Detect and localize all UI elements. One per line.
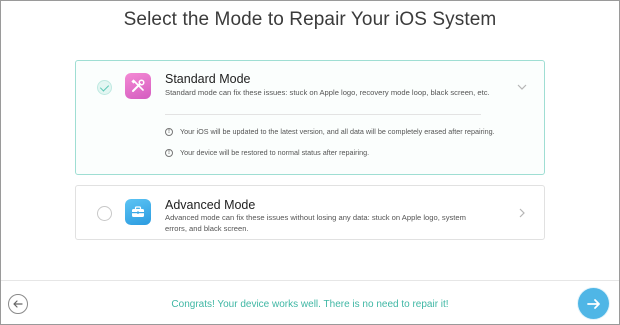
standard-mode-divider [165,114,481,115]
advanced-mode-description: Advanced mode can fix these issues witho… [165,213,466,233]
footer-divider [1,280,619,281]
standard-mode-note-1: ! Your iOS will be updated to the latest… [165,127,495,136]
advanced-mode-title: Advanced Mode [165,198,256,212]
page-title: Select the Mode to Repair Your iOS Syste… [123,9,497,30]
note-text: Your iOS will be updated to the latest v… [180,127,495,136]
advanced-mode-card[interactable]: Advanced Mode Advanced mode can fix thes… [75,185,545,240]
chevron-down-icon[interactable] [517,82,527,92]
tools-icon [125,73,151,99]
standard-mode-radio[interactable] [97,80,112,95]
status-message: Congrats! Your device works well. There … [171,299,449,310]
chevron-right-icon[interactable] [517,208,527,218]
standard-mode-description: Standard mode can fix these issues: stuc… [165,88,490,97]
advanced-mode-radio[interactable] [97,206,112,221]
next-button[interactable] [578,288,609,319]
standard-mode-title: Standard Mode [165,72,251,86]
note-text: Your device will be restored to normal s… [180,148,370,157]
standard-mode-card[interactable]: Standard Mode Standard mode can fix thes… [75,60,545,175]
standard-mode-note-2: ! Your device will be restored to normal… [165,148,369,157]
toolbox-icon [125,199,151,225]
arrow-right-icon [586,298,600,309]
info-icon: ! [165,148,173,157]
info-icon: ! [165,127,173,136]
